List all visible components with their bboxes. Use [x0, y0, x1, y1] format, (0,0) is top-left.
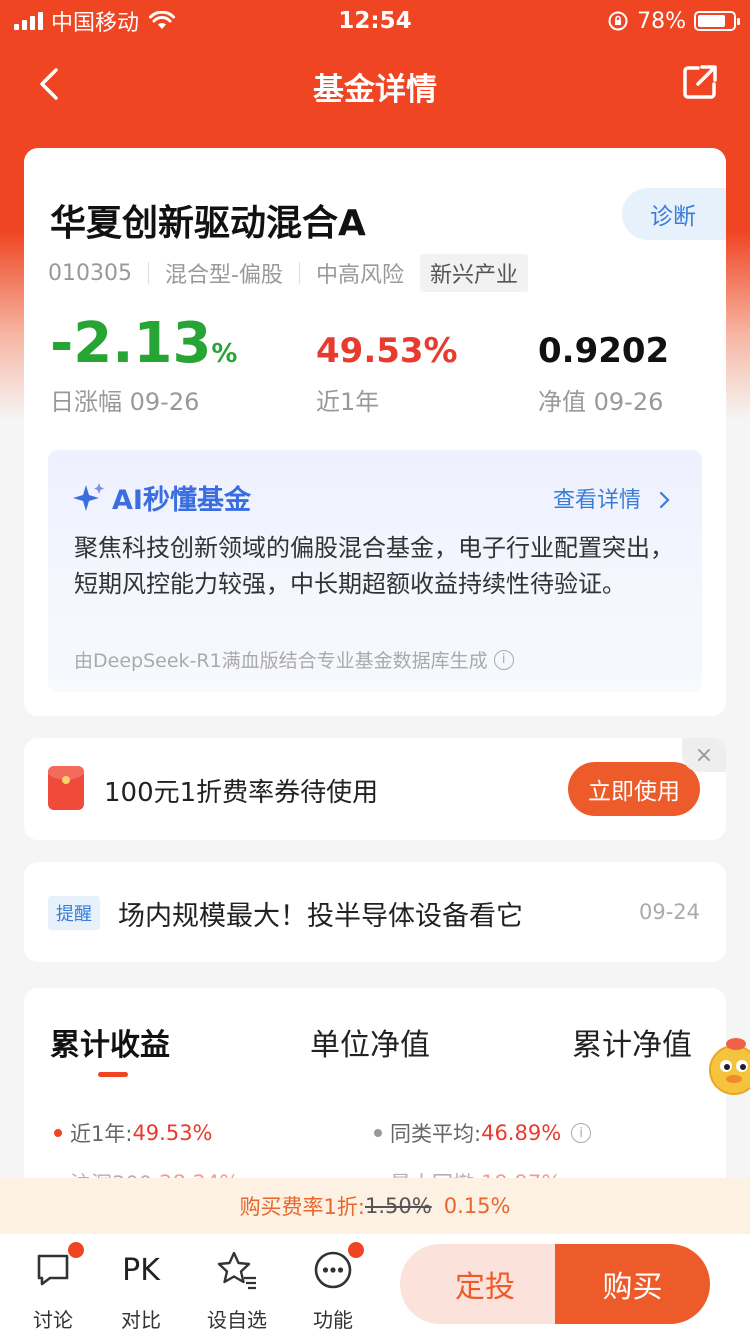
stat-label: 同类平均: [390, 1122, 482, 1146]
fund-type: 混合型-偏股 [164, 263, 283, 288]
star-list-icon [217, 1251, 256, 1290]
year-return-value: 49.53% [316, 331, 458, 371]
info-icon[interactable]: i [571, 1123, 592, 1143]
stat-category-average: 同类平均: 46.89% i [374, 1118, 592, 1148]
compare-label: 对比 [121, 1308, 161, 1332]
functions-button[interactable]: 功能 [298, 1242, 368, 1333]
fund-meta: 010305 混合型-偏股 中高风险 新兴产业 [48, 254, 528, 292]
discuss-label: 讨论 [33, 1308, 73, 1332]
notification-dot [348, 1242, 364, 1258]
share-icon[interactable] [680, 62, 720, 102]
daily-change-unit: % [211, 339, 238, 369]
nav-metric: 0.9202 净值 09-26 [538, 334, 669, 417]
page-title: 基金详情 [313, 72, 437, 108]
reminder-badge: 提醒 [48, 896, 100, 930]
sparkle-icon [73, 482, 104, 511]
ai-summary-box[interactable]: AI秒懂基金 查看详情 聚焦科技创新领域的偏股混合基金，电子行业配置突出，短期风… [48, 450, 702, 692]
ai-summary-text: 聚焦科技创新领域的偏股混合基金，电子行业配置突出，短期风控能力较强，中长期超额收… [74, 534, 674, 598]
fee-old-rate: 1.50% [365, 1194, 432, 1218]
daily-change-value: -2.13 [50, 311, 212, 376]
fee-discount-bar: 购买费率1折: 1.50% 0.15% [0, 1178, 750, 1234]
fund-name: 华夏创新驱动混合A [50, 203, 366, 244]
diagnose-button[interactable]: 诊断 [622, 188, 726, 240]
reminder-text: 场内规模最大！投半导体设备看它 [118, 901, 523, 932]
stat-value: 46.89% [481, 1121, 562, 1145]
battery-icon [694, 11, 740, 31]
fund-risk: 中高风险 [315, 263, 404, 288]
chevron-right-icon [659, 491, 670, 509]
more-dots-icon [314, 1251, 352, 1289]
ai-view-details-label: 查看详情 [552, 488, 641, 513]
tab-cumulative-nav[interactable]: 累计净值 [572, 1020, 692, 1064]
buy-button[interactable]: 购买 [555, 1244, 710, 1324]
year-return-label: 近1年 [316, 388, 380, 416]
wifi-icon [149, 11, 176, 29]
add-watchlist-button[interactable]: 设自选 [202, 1248, 272, 1333]
bottom-action-bar: 讨论 PK 对比 设自选 功能 定投 购买 [0, 1234, 750, 1334]
use-coupon-button[interactable]: 立即使用 [568, 762, 700, 816]
coupon-text: 100元1折费率券待使用 [104, 778, 379, 808]
carrier-name: 中国移动 [51, 11, 140, 36]
nav-bar: 基金详情 [0, 42, 750, 128]
legend-dot [374, 1129, 382, 1137]
nav-label: 净值 09-26 [538, 388, 664, 416]
close-icon[interactable]: × [682, 738, 726, 772]
daily-change-metric: -2.13% 日涨幅 09-26 [50, 316, 237, 417]
chat-bubble-icon [37, 1254, 69, 1286]
tab-unit-nav[interactable]: 单位净值 [310, 1020, 430, 1064]
battery-percent: 78% [637, 8, 686, 34]
notification-dot [68, 1242, 84, 1258]
status-bar: 中国移动 12:54 78% [0, 0, 750, 42]
nav-value: 0.9202 [538, 331, 670, 371]
divider [298, 262, 300, 284]
reminder-date: 09-24 [638, 900, 700, 924]
daily-change-label: 日涨幅 09-26 [50, 388, 200, 416]
fund-summary-card: 华夏创新驱动混合A 诊断 010305 混合型-偏股 中高风险 新兴产业 -2.… [24, 148, 726, 716]
fee-prefix: 购买费率1折: [239, 1195, 365, 1219]
legend-dot [54, 1129, 62, 1137]
fund-code: 010305 [48, 260, 132, 286]
red-envelope-icon [48, 766, 84, 810]
ai-view-details-link[interactable]: 查看详情 [553, 482, 672, 514]
ai-footnote-text: 由DeepSeek-R1满血版结合专业基金数据库生成 [74, 650, 488, 672]
sector-tag[interactable]: 新兴产业 [419, 254, 528, 292]
pk-icon: PK [122, 1252, 160, 1288]
watchlist-label: 设自选 [207, 1308, 267, 1332]
stat-value: 49.53% [132, 1121, 213, 1145]
compare-button[interactable]: PK 对比 [106, 1248, 176, 1333]
ai-summary-title: AI秒懂基金 [112, 485, 251, 516]
fee-new-rate: 0.15% [443, 1194, 511, 1218]
discuss-button[interactable]: 讨论 [18, 1242, 88, 1333]
ai-footnote: 由DeepSeek-R1满血版结合专业基金数据库生成 i [74, 646, 514, 673]
stat-fund-return: 近1年: 49.53% [54, 1118, 213, 1148]
coupon-card: 100元1折费率券待使用 立即使用 × [24, 738, 726, 840]
auto-invest-button[interactable]: 定投 [400, 1244, 570, 1324]
performance-tabs: 累计收益 单位净值 累计净值 [24, 1020, 726, 1080]
back-icon[interactable] [30, 62, 74, 106]
signal-icon [14, 12, 43, 30]
rotation-lock-icon [608, 11, 628, 31]
reminder-card[interactable]: 提醒 场内规模最大！投半导体设备看它 09-24 [24, 862, 726, 962]
divider [147, 262, 149, 284]
active-tab-indicator [98, 1072, 128, 1077]
stat-label: 近1年: [70, 1122, 133, 1146]
functions-label: 功能 [313, 1308, 353, 1332]
year-return-metric: 49.53% 近1年 [316, 334, 458, 417]
info-icon[interactable]: i [493, 649, 514, 670]
tab-cumulative-return[interactable]: 累计收益 [50, 1020, 170, 1064]
mascot-duck-icon[interactable] [704, 1030, 750, 1098]
ai-summary-header: AI秒懂基金 [72, 478, 251, 517]
